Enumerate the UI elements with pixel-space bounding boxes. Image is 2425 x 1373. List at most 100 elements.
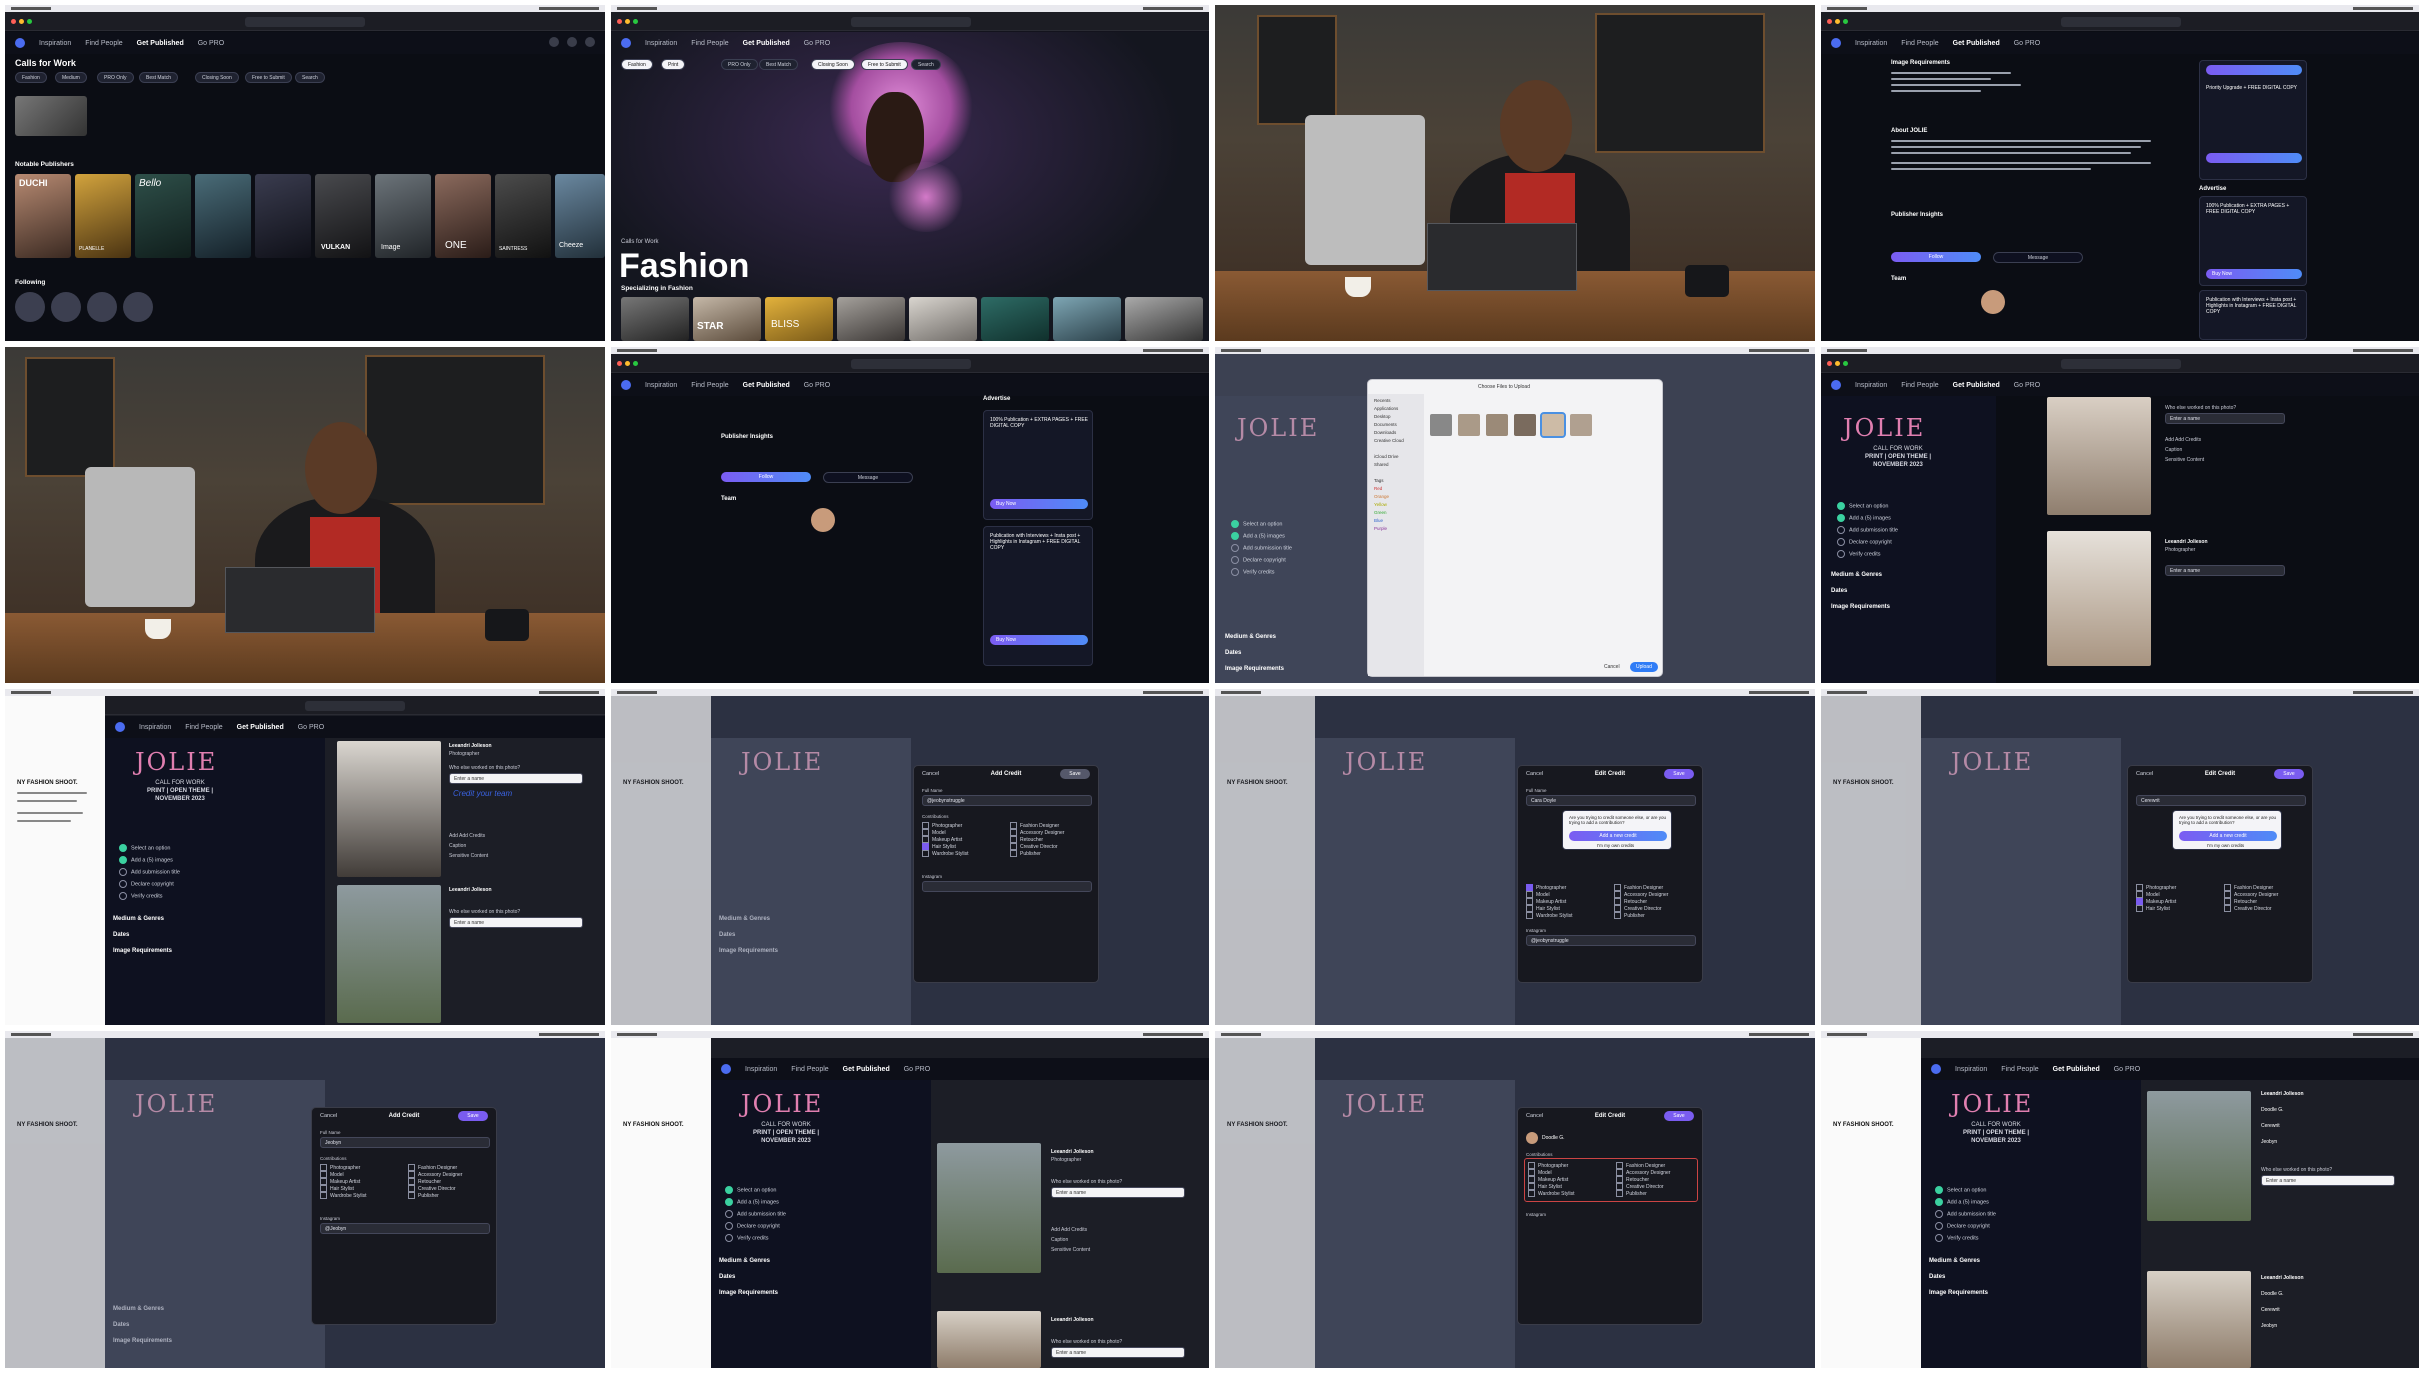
full-name-input[interactable]: Cerewrit bbox=[2136, 795, 2306, 806]
nav-get-published[interactable]: Get Published bbox=[1953, 382, 2000, 389]
address-bar[interactable] bbox=[305, 701, 405, 711]
file-thumb-selected[interactable] bbox=[1540, 412, 1566, 438]
modal-save-button[interactable]: Save bbox=[1664, 769, 1694, 779]
site-logo[interactable] bbox=[1831, 380, 1841, 390]
buy-now-button[interactable]: Buy Now bbox=[2206, 269, 2302, 279]
magazine-cover[interactable] bbox=[981, 297, 1049, 341]
buy-now-button[interactable]: Buy Now bbox=[990, 499, 1088, 509]
instagram-input[interactable]: @Jeobyn bbox=[320, 1223, 490, 1234]
nav-go-pro[interactable]: Go PRO bbox=[198, 40, 224, 47]
add-new-credit-button[interactable]: Add a new credit bbox=[1569, 831, 1667, 841]
nav-find-people[interactable]: Find People bbox=[1901, 382, 1938, 389]
nav-get-published[interactable]: Get Published bbox=[237, 724, 284, 731]
submission-photo[interactable] bbox=[2147, 1271, 2251, 1368]
magazine-cover[interactable]: BLISS bbox=[765, 297, 833, 341]
following-publisher[interactable] bbox=[123, 292, 153, 322]
nav-inspiration[interactable]: Inspiration bbox=[645, 40, 677, 47]
buy-button[interactable] bbox=[2206, 153, 2302, 163]
submission-photo[interactable] bbox=[2047, 397, 2151, 515]
credit-name-input[interactable]: Enter a name bbox=[2165, 413, 2285, 424]
magazine-cover[interactable]: SAINTRESS bbox=[495, 174, 551, 258]
site-logo[interactable] bbox=[115, 722, 125, 732]
team-avatar[interactable] bbox=[811, 508, 835, 532]
featured-call-thumb[interactable] bbox=[15, 96, 87, 136]
nav-go-pro[interactable]: Go PRO bbox=[2014, 382, 2040, 389]
following-publisher[interactable] bbox=[51, 292, 81, 322]
nav-inspiration[interactable]: Inspiration bbox=[39, 40, 71, 47]
nav-find-people[interactable]: Find People bbox=[185, 724, 222, 731]
filter-best-match[interactable]: Best Match bbox=[139, 72, 179, 83]
finder-cancel-button[interactable]: Cancel bbox=[1604, 664, 1620, 670]
credit-name-input[interactable]: Enter a name bbox=[1051, 1187, 1185, 1198]
address-bar[interactable] bbox=[2061, 359, 2181, 369]
nav-go-pro[interactable]: Go PRO bbox=[904, 1066, 930, 1073]
follow-button[interactable]: Follow bbox=[721, 472, 811, 482]
team-avatar[interactable] bbox=[1981, 290, 2005, 314]
modal-save-button[interactable]: Save bbox=[1664, 1111, 1694, 1121]
magazine-cover[interactable]: DUCHI bbox=[15, 174, 71, 258]
full-name-input[interactable]: @jeobynstruggle bbox=[922, 795, 1092, 806]
filter-closing-soon[interactable]: Closing Soon bbox=[195, 72, 239, 83]
filter-pro-only[interactable]: PRO Only bbox=[721, 59, 758, 70]
buy-now-button[interactable]: Buy Now bbox=[990, 635, 1088, 645]
nav-inspiration[interactable]: Inspiration bbox=[1955, 1066, 1987, 1073]
magazine-cover[interactable]: STAR bbox=[693, 297, 761, 341]
filter-medium[interactable]: Medium bbox=[55, 72, 87, 83]
filter-fashion[interactable]: Fashion bbox=[15, 72, 47, 83]
file-thumb[interactable] bbox=[1514, 414, 1536, 436]
add-new-credit-button[interactable]: Add a new credit bbox=[2179, 831, 2277, 841]
magazine-cover[interactable]: ONE bbox=[435, 174, 491, 258]
site-logo[interactable] bbox=[1831, 38, 1841, 48]
nav-inspiration[interactable]: Inspiration bbox=[745, 1066, 777, 1073]
submission-photo[interactable] bbox=[2047, 531, 2151, 666]
nav-find-people[interactable]: Find People bbox=[691, 382, 728, 389]
magazine-cover[interactable] bbox=[837, 297, 905, 341]
following-publisher[interactable] bbox=[15, 292, 45, 322]
site-logo[interactable] bbox=[15, 38, 25, 48]
filter-print[interactable]: Print bbox=[661, 59, 686, 70]
modal-save-button[interactable]: Save bbox=[1060, 769, 1090, 779]
nav-go-pro[interactable]: Go PRO bbox=[2114, 1066, 2140, 1073]
credit-name-input[interactable]: Enter a name bbox=[449, 917, 583, 928]
file-thumb[interactable] bbox=[1430, 414, 1452, 436]
magazine-cover[interactable]: Cheeze bbox=[555, 174, 605, 258]
own-credits-button[interactable]: I'm my own credits bbox=[1597, 843, 1634, 848]
nav-inspiration[interactable]: Inspiration bbox=[139, 724, 171, 731]
filter-fashion[interactable]: Fashion bbox=[621, 59, 653, 70]
filter-free-to-submit[interactable]: Free to Submit bbox=[245, 72, 292, 83]
nav-inspiration[interactable]: Inspiration bbox=[1855, 382, 1887, 389]
nav-inspiration[interactable]: Inspiration bbox=[1855, 40, 1887, 47]
nav-inspiration[interactable]: Inspiration bbox=[645, 382, 677, 389]
nav-go-pro[interactable]: Go PRO bbox=[298, 724, 324, 731]
own-credits-button[interactable]: I'm my own credits bbox=[2207, 843, 2244, 848]
avatar[interactable] bbox=[585, 37, 595, 47]
site-logo[interactable] bbox=[1931, 1064, 1941, 1074]
message-button[interactable]: Message bbox=[1993, 252, 2083, 263]
filter-search[interactable]: Search bbox=[911, 59, 941, 70]
nav-get-published[interactable]: Get Published bbox=[1953, 40, 2000, 47]
filter-search[interactable]: Search bbox=[295, 72, 325, 83]
magazine-cover[interactable]: VULKAN bbox=[315, 174, 371, 258]
credit-name-input[interactable]: Enter a name bbox=[1051, 1347, 1185, 1358]
following-publisher[interactable] bbox=[87, 292, 117, 322]
submission-photo[interactable] bbox=[937, 1311, 1041, 1368]
credit-name-input[interactable]: Enter a name bbox=[2165, 565, 2285, 576]
nav-find-people[interactable]: Find People bbox=[1901, 40, 1938, 47]
nav-find-people[interactable]: Find People bbox=[791, 1066, 828, 1073]
submission-photo[interactable] bbox=[337, 741, 441, 877]
nav-find-people[interactable]: Find People bbox=[691, 40, 728, 47]
magazine-cover[interactable] bbox=[1053, 297, 1121, 341]
nav-go-pro[interactable]: Go PRO bbox=[804, 382, 830, 389]
filter-free-to-submit[interactable]: Free to Submit bbox=[861, 59, 908, 70]
full-name-input[interactable]: Jeobyn bbox=[320, 1137, 490, 1148]
nav-get-published[interactable]: Get Published bbox=[743, 40, 790, 47]
nav-get-published[interactable]: Get Published bbox=[137, 40, 184, 47]
magazine-cover[interactable]: PLANELLE bbox=[75, 174, 131, 258]
address-bar[interactable] bbox=[851, 17, 971, 27]
nav-get-published[interactable]: Get Published bbox=[2053, 1066, 2100, 1073]
chat-icon[interactable] bbox=[567, 37, 577, 47]
nav-get-published[interactable]: Get Published bbox=[843, 1066, 890, 1073]
nav-get-published[interactable]: Get Published bbox=[743, 382, 790, 389]
filter-pro-only[interactable]: PRO Only bbox=[97, 72, 134, 83]
instagram-input[interactable] bbox=[922, 881, 1092, 892]
